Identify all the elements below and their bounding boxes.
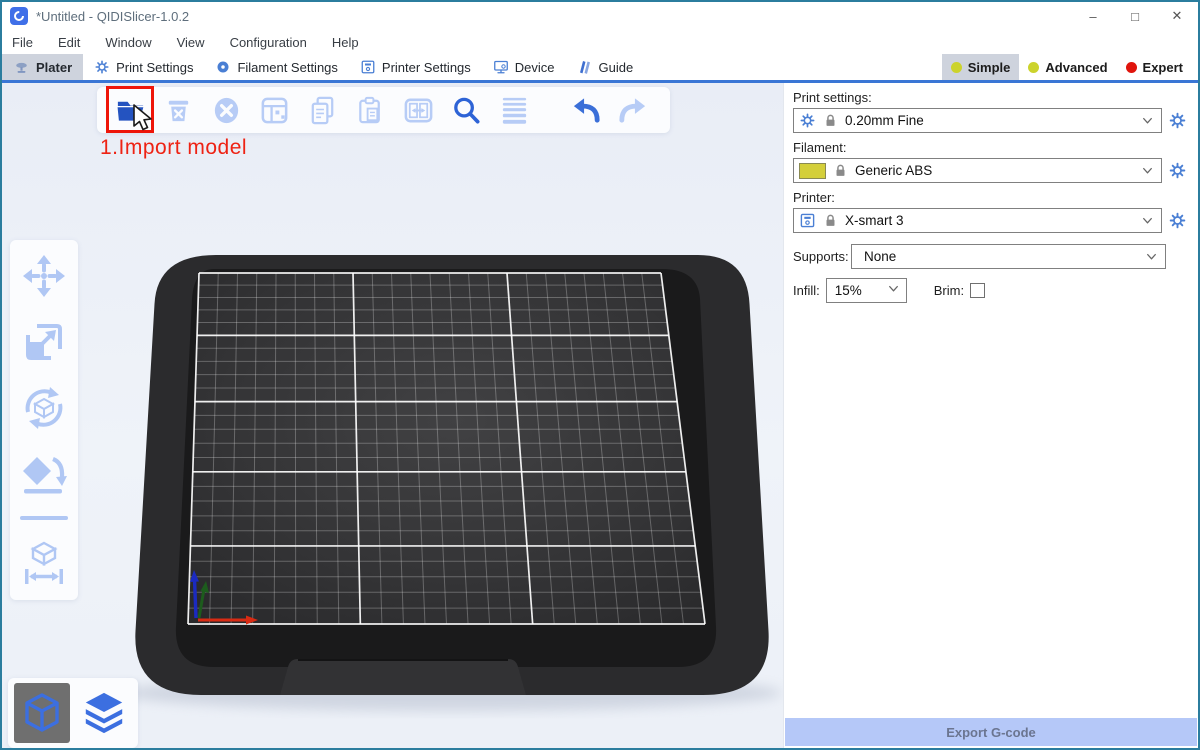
window-title: *Untitled - QIDISlicer-1.0.2 [36,9,189,24]
chevron-down-icon [1140,163,1155,178]
gizmo-toolbar [10,240,78,600]
undo-button[interactable] [569,93,604,128]
paste-button[interactable] [353,93,388,128]
preview-view-button[interactable] [76,683,132,743]
mode-selector: Simple Advanced Expert [942,54,1198,80]
spool-icon [215,59,231,75]
gear-icon [799,112,816,129]
gear-icon [94,59,110,75]
redo-button[interactable] [614,93,649,128]
minimize-button[interactable]: – [1072,2,1114,30]
menu-file[interactable]: File [10,33,35,52]
viewport-3d[interactable]: 1.Import model [2,83,783,748]
supports-label: Supports: [793,249,851,264]
lock-icon [823,113,838,128]
printer-label: Printer: [793,190,1187,205]
menu-window[interactable]: Window [103,33,153,52]
brim-checkbox[interactable] [970,283,985,298]
build-plate [2,83,783,748]
printer-icon [360,59,376,75]
maximize-button[interactable]: □ [1114,2,1156,30]
plater-icon [13,59,30,76]
search-button[interactable] [449,93,484,128]
tab-device[interactable]: Device [482,54,566,80]
print-settings-dropdown[interactable]: 0.20mm Fine [793,108,1162,133]
menu-configuration[interactable]: Configuration [228,33,309,52]
view-toggle [8,678,138,748]
infill-label: Infill: [793,283,820,298]
mode-advanced[interactable]: Advanced [1019,54,1116,80]
chevron-down-icon [1140,113,1155,128]
place-on-face-gizmo-button[interactable] [20,450,68,498]
chevron-down-icon [1144,249,1159,264]
3d-editor-view-button[interactable] [14,683,70,743]
close-button[interactable]: ✕ [1156,2,1198,30]
export-gcode-button[interactable]: Export G-code [785,718,1197,746]
mode-simple[interactable]: Simple [942,54,1020,80]
arrange-button[interactable] [257,93,292,128]
gizmo-separator [20,516,68,520]
app-window: *Untitled - QIDISlicer-1.0.2 – □ ✕ File … [0,0,1200,750]
tab-filament-settings[interactable]: Filament Settings [204,54,348,80]
chevron-down-icon [886,281,901,301]
printer-icon [799,212,816,229]
lock-icon [823,213,838,228]
copy-button[interactable] [305,93,340,128]
lock-icon [833,163,848,178]
title-bar: *Untitled - QIDISlicer-1.0.2 – □ ✕ [2,2,1198,30]
move-gizmo-button[interactable] [20,252,68,300]
chevron-down-icon [1140,213,1155,228]
filament-gear-button[interactable] [1167,161,1187,181]
rotate-gizmo-button[interactable] [20,384,68,432]
supports-dropdown[interactable]: None [851,244,1166,269]
expert-mode-dot-icon [1126,62,1137,73]
tab-plater[interactable]: Plater [2,54,83,80]
measure-gizmo-button[interactable] [20,538,68,586]
toolbar [97,87,670,133]
printer-gear-button[interactable] [1167,211,1187,231]
menu-edit[interactable]: Edit [56,33,82,52]
tab-printer-settings[interactable]: Printer Settings [349,54,482,80]
printer-dropdown[interactable]: X-smart 3 [793,208,1162,233]
print-settings-gear-button[interactable] [1167,111,1187,131]
menu-help[interactable]: Help [330,33,361,52]
brim-label: Brim: [934,283,964,298]
mode-expert[interactable]: Expert [1117,54,1192,80]
infill-dropdown[interactable]: 15% [826,278,907,303]
print-settings-label: Print settings: [793,90,1187,105]
import-annotation: 1.Import model [100,136,247,160]
tab-bar: Plater Print Settings Filament Settings … [2,54,1198,83]
book-icon [577,59,593,75]
device-icon [493,59,509,75]
tab-guide[interactable]: Guide [566,54,645,80]
tab-print-settings[interactable]: Print Settings [83,54,204,80]
filament-label: Filament: [793,140,1187,155]
delete-button[interactable] [161,93,196,128]
variable-layer-height-button[interactable] [497,93,532,128]
split-button[interactable] [401,93,436,128]
filament-color-swatch [799,163,826,179]
settings-panel: Print settings: 0.20mm Fine Filament: Ge… [783,83,1198,748]
scale-gizmo-button[interactable] [20,318,68,366]
simple-mode-dot-icon [951,62,962,73]
filament-dropdown[interactable]: Generic ABS [793,158,1162,183]
cursor-icon [131,104,157,134]
menu-view[interactable]: View [175,33,207,52]
advanced-mode-dot-icon [1028,62,1039,73]
app-logo-icon [10,7,28,25]
menu-bar: File Edit Window View Configuration Help [2,30,1198,54]
delete-all-button[interactable] [209,93,244,128]
